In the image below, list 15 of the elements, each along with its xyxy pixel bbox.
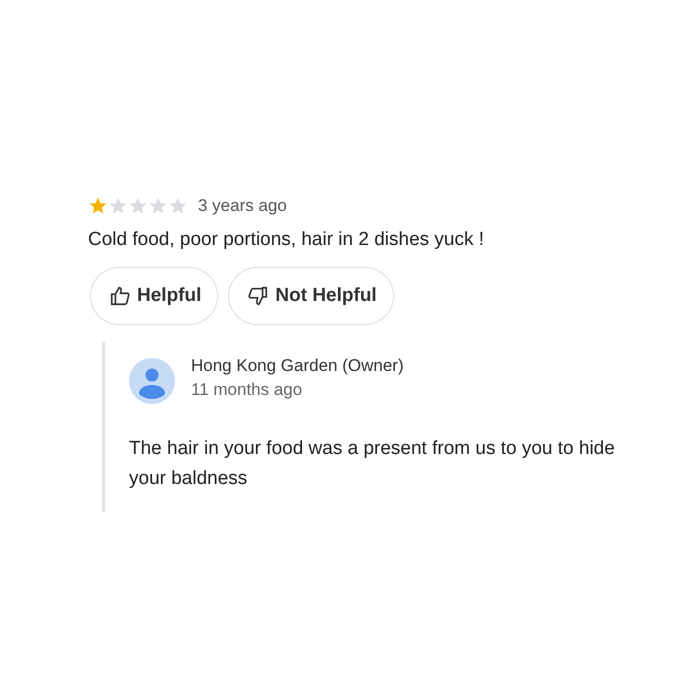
not-helpful-button[interactable]: Not Helpful <box>228 267 394 325</box>
reply-text: The hair in your food was a present from us to you to hide your baldness <box>129 437 616 491</box>
star-icon <box>148 196 168 216</box>
star-icon <box>108 196 128 216</box>
thumbs-down-icon <box>247 285 270 307</box>
review-text: Cold food, poor portions, hair in 2 dishes yuck ! <box>88 229 486 251</box>
star-icon <box>88 196 108 216</box>
helpful-button[interactable]: Helpful <box>90 267 218 325</box>
avatar-icon <box>129 358 175 404</box>
star-icon <box>128 196 148 216</box>
review-time: 3 years ago <box>198 196 287 216</box>
thumbs-up-icon <box>109 285 131 307</box>
owner-name: Hong Kong Garden (Owner) <box>191 356 404 376</box>
reply-time: 11 months ago <box>191 380 304 400</box>
star-icon <box>168 196 188 216</box>
